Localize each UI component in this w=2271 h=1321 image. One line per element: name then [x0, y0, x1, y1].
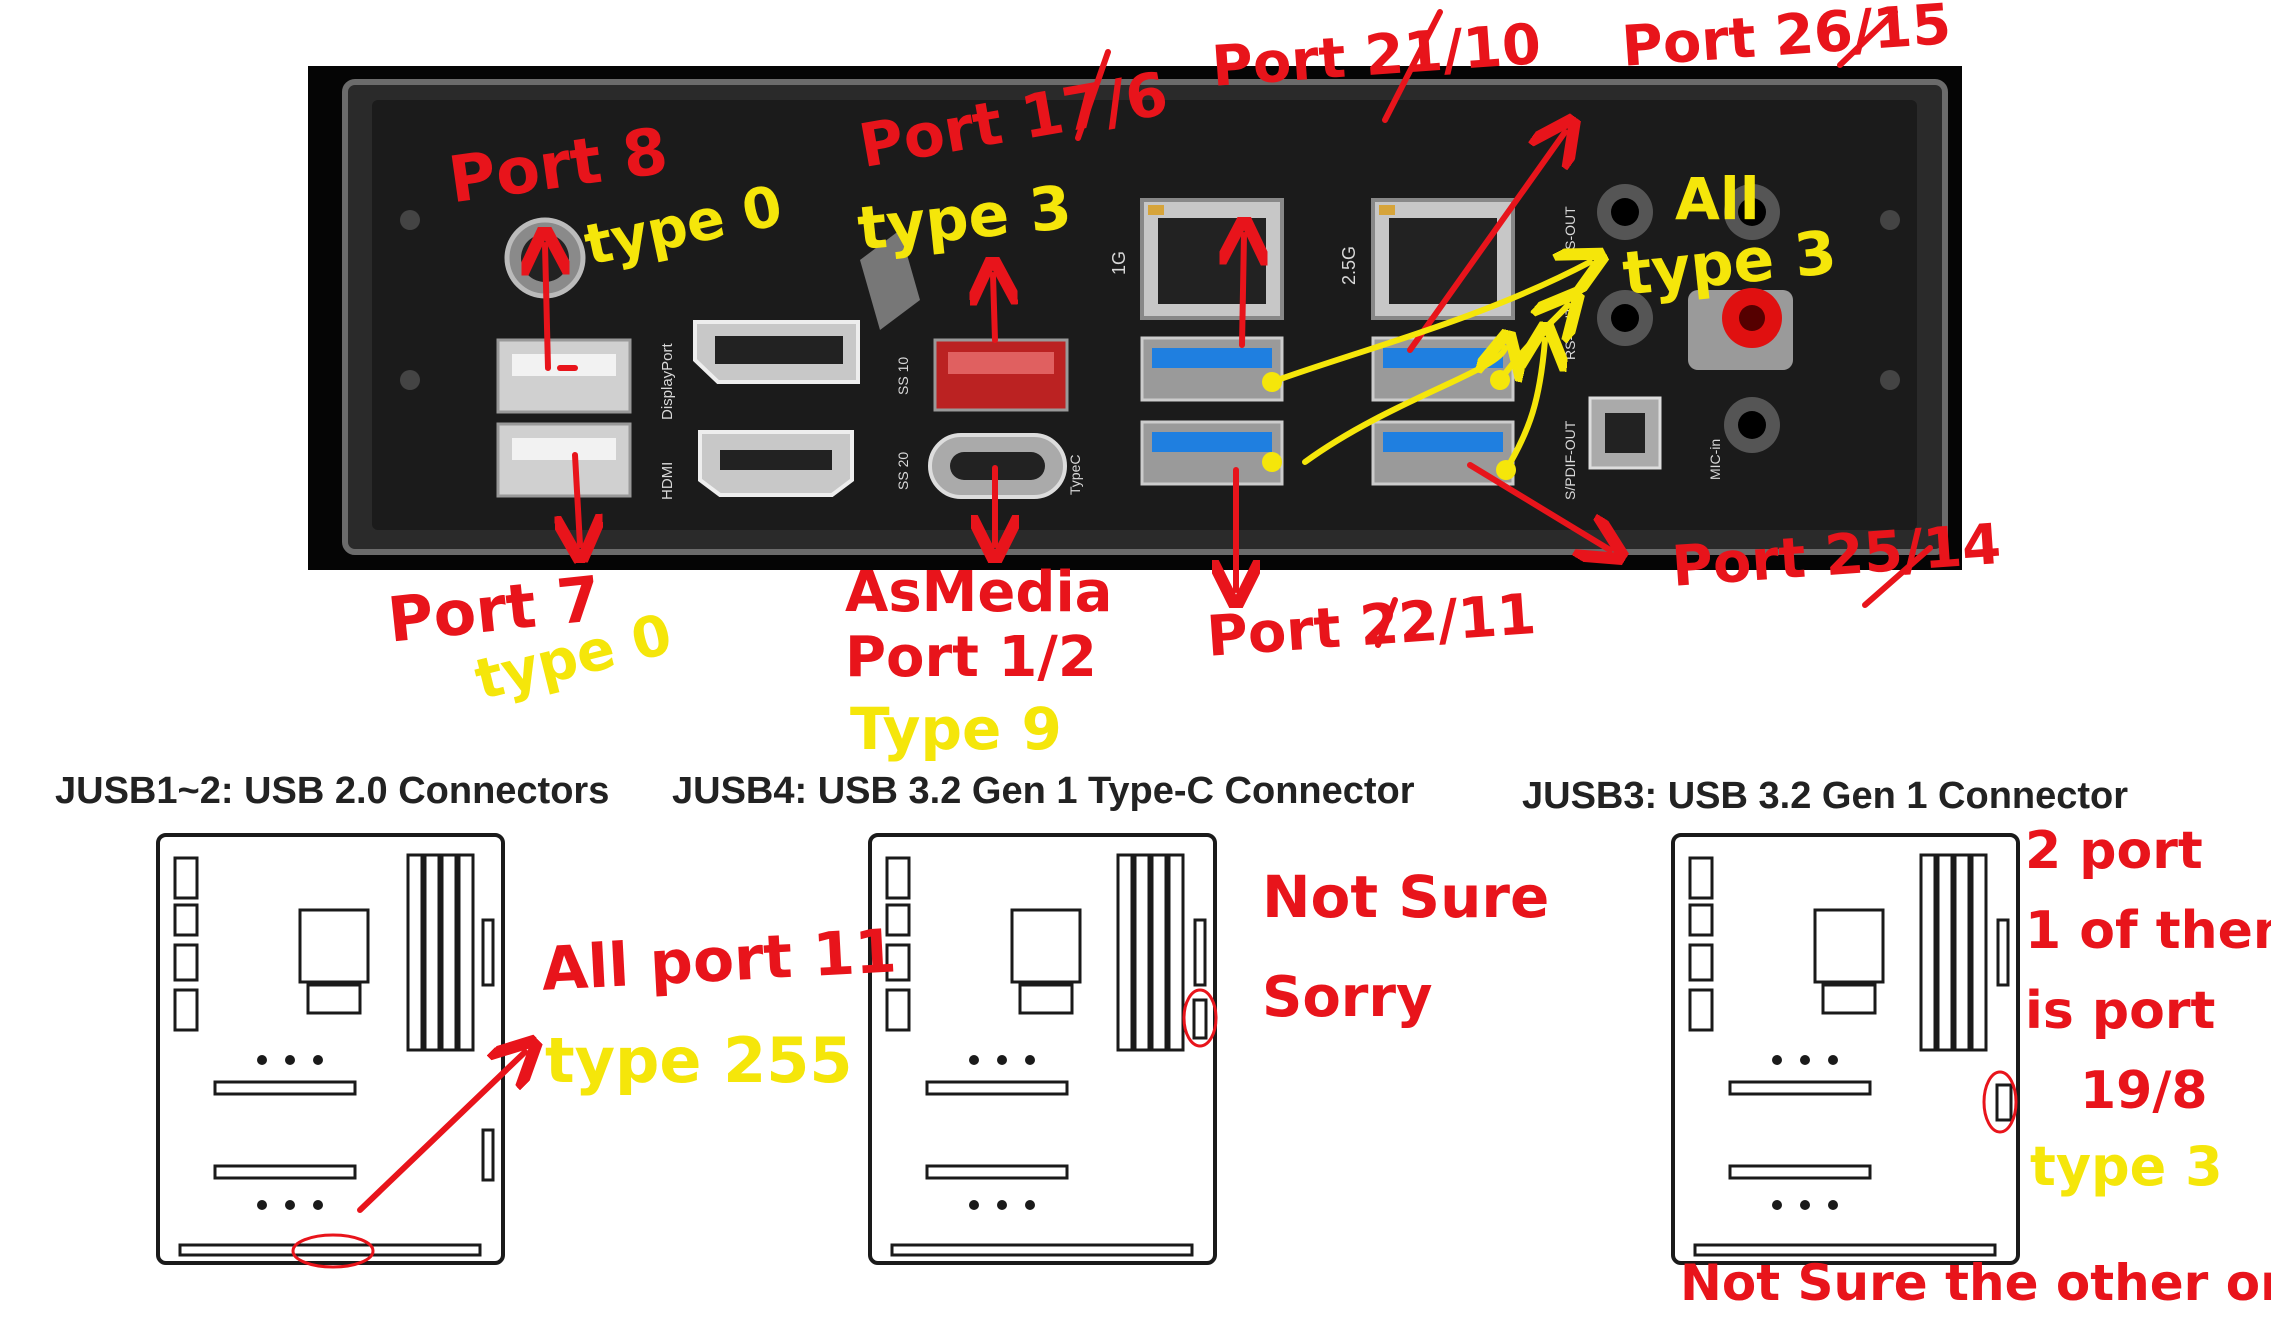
heading-jusb12: JUSB1~2: USB 2.0 Connectors [55, 770, 610, 812]
all-type3-line1: All [1675, 165, 1760, 233]
jusb3-note6: Not Sure the other one [1680, 1254, 2271, 1312]
heading-jusb3: JUSB3: USB 3.2 Gen 1 Connector [1522, 775, 2129, 817]
jusb3-note1: 2 port [2025, 821, 2203, 881]
asmedia-label: AsMedia [845, 560, 1113, 625]
jusb4-note2: Sorry [1262, 965, 1433, 1030]
annotation-arrows [357, 9, 1933, 1213]
jusb3-note3: is port [2025, 981, 2216, 1041]
jusb12-note2: type 255 [545, 1024, 853, 1097]
jusb3-note2: 1 of them [2025, 901, 2271, 961]
heading-jusb4: JUSB4: USB 3.2 Gen 1 Type-C Connector [672, 770, 1415, 812]
jusb3-note4: 19/8 [2080, 1061, 2208, 1121]
asmedia-type: Type 9 [850, 695, 1062, 763]
jusb3-note5: type 3 [2030, 1135, 2223, 1198]
jusb12-note1: All port 11 [539, 916, 899, 1005]
asmedia-port-label: Port 1/2 [845, 625, 1097, 690]
jusb4-note1: Not Sure [1262, 863, 1550, 931]
diagram-canvas: 1G 2.5G DisplayPort HDMI TypeC SS 10 SS … [0, 0, 2271, 1321]
